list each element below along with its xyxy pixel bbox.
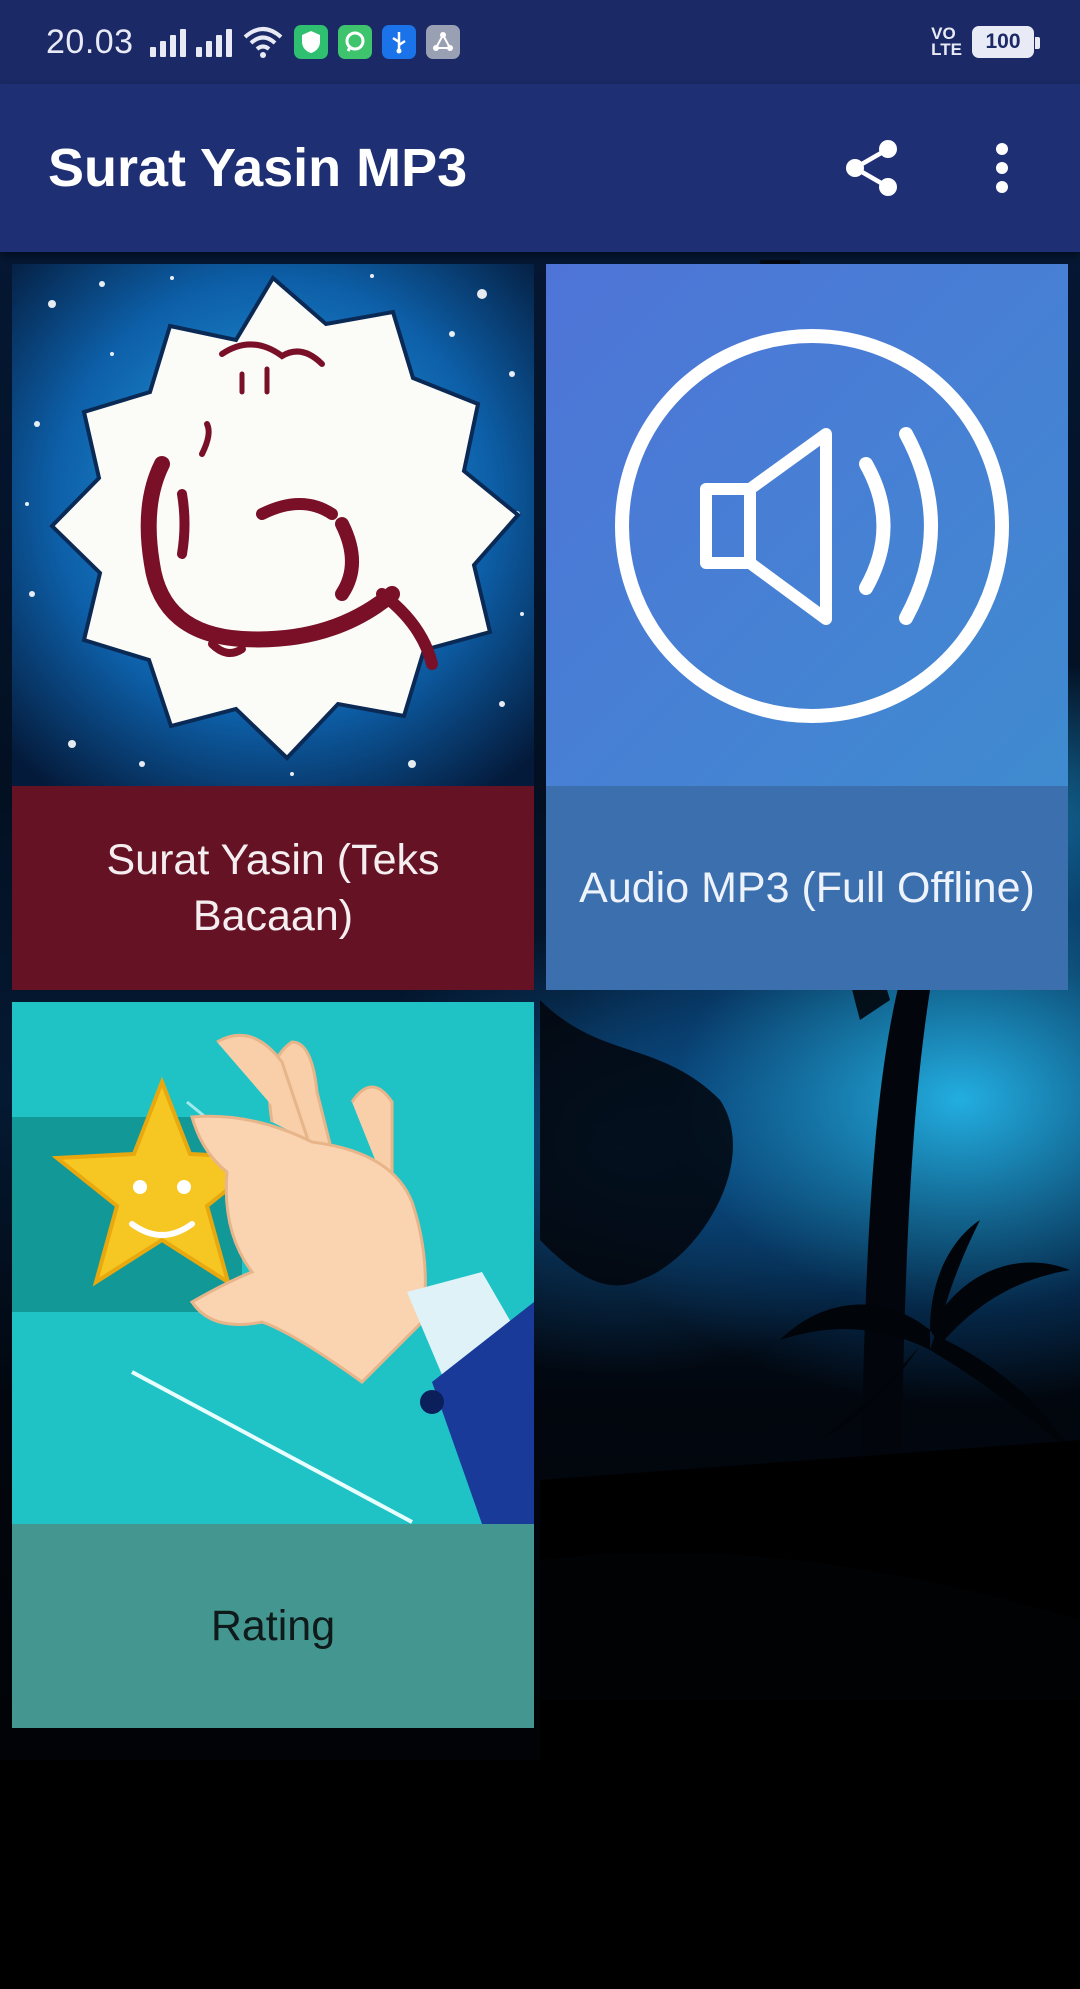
share-button[interactable] (842, 138, 902, 198)
overflow-menu-button[interactable] (972, 138, 1032, 198)
chat-app-icon (337, 25, 372, 59)
status-bar: 20.03 VO LTE 100 (0, 0, 1080, 84)
signal-icon (195, 27, 232, 57)
signal-icon (149, 27, 186, 57)
menu-tile-label: Surat Yasin (Teks Bacaan) (12, 786, 534, 990)
menu-tile-yasin-text[interactable]: Surat Yasin (Teks Bacaan) (12, 264, 534, 990)
menu-tile-label: Rating (12, 1524, 534, 1728)
share-icon (846, 140, 897, 196)
menu-tile-rating[interactable]: Rating (12, 1002, 534, 1728)
menu-tile-label: Audio MP3 (Full Offline) (546, 786, 1068, 990)
volte-icon: VO LTE (931, 24, 962, 59)
yasin-calligraphy-image (12, 264, 534, 786)
nodes-app-icon (425, 25, 460, 59)
app-bar-actions (842, 138, 1032, 198)
status-right: VO LTE 100 (931, 24, 1040, 59)
more-vert-icon (996, 143, 1008, 193)
status-time: 20.03 (46, 22, 134, 61)
battery-icon: 100 (972, 26, 1040, 58)
speaker-image (546, 264, 1068, 786)
wifi-icon (243, 27, 282, 58)
shield-app-icon (293, 25, 328, 59)
menu-tile-audio[interactable]: Audio MP3 (Full Offline) (546, 264, 1068, 990)
app-bar: Surat Yasin MP3 (0, 84, 1080, 252)
star-rating-image (12, 1002, 534, 1524)
page-title: Surat Yasin MP3 (48, 138, 468, 198)
usb-icon (381, 25, 416, 59)
battery-level: 100 (985, 30, 1021, 53)
status-icons (149, 25, 460, 59)
